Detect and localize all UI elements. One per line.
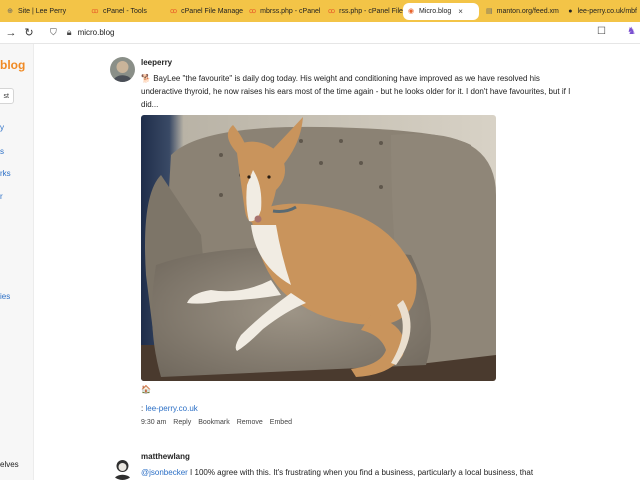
tab-microblog[interactable]: ◉ Micro.blog × xyxy=(403,2,479,20)
tab-cpanel-tools[interactable]: ꝏ cPanel - Tools xyxy=(87,3,163,20)
cpanel-icon: ꝏ xyxy=(249,7,257,15)
tab-title: cPanel File Manage xyxy=(181,7,244,15)
extension-icon[interactable]: ♞ xyxy=(627,26,636,37)
tab-title: rss.php - cPanel File xyxy=(339,7,403,15)
sidebar: blog st y s rks r ies elves xyxy=(0,44,34,480)
post-text: I 100% agree with this. It's frustrating… xyxy=(190,468,534,477)
remove-link[interactable]: Remove xyxy=(237,419,263,426)
cpanel-icon: ꝏ xyxy=(170,7,178,15)
avatar[interactable] xyxy=(110,455,135,480)
post-body: 🐕 BayLee "the favourite" is daily dog to… xyxy=(141,72,581,111)
cpanel-icon: ꝏ xyxy=(328,7,336,15)
post-username[interactable]: matthewlang xyxy=(141,452,190,461)
site-logo[interactable]: blog xyxy=(0,58,25,72)
house-emoji: 🏠 xyxy=(141,385,151,394)
bookmark-link[interactable]: Bookmark xyxy=(198,419,230,426)
tab-site[interactable]: ⊕ Site | Lee Perry xyxy=(2,3,84,20)
sidebar-item[interactable]: elves xyxy=(0,460,19,469)
shield-icon[interactable]: ⛉ xyxy=(50,27,57,38)
sidebar-item[interactable]: r xyxy=(0,192,3,201)
tab-manton-feed[interactable]: ▤ manton.org/feed.xm xyxy=(482,3,560,20)
document-icon: ▤ xyxy=(486,7,493,15)
tab-mbrss[interactable]: ꝏ mbrss.php - cPanel xyxy=(245,3,321,20)
avatar[interactable] xyxy=(110,57,135,82)
post-link-line: : lee-perry.co.uk xyxy=(141,404,198,413)
cpanel-icon: ꝏ xyxy=(91,7,99,15)
tab-title: manton.org/feed.xm xyxy=(496,7,559,15)
sidebar-item[interactable]: s xyxy=(0,147,4,156)
tab-rss[interactable]: ꝏ rss.php - cPanel File xyxy=(324,3,403,20)
post-actions: 9:30 am Reply Bookmark Remove Embed xyxy=(141,419,299,426)
reload-icon[interactable]: ↻ xyxy=(22,26,36,40)
github-icon: ● xyxy=(568,7,573,15)
lock-icon[interactable]: 🔒︎ xyxy=(67,27,72,38)
tab-title: lee-perry.co.uk/mbf xyxy=(577,7,637,15)
tab-lee-perry-mbf[interactable]: ● lee-perry.co.uk/mbf xyxy=(563,3,640,20)
post-time-link[interactable]: 9:30 am xyxy=(141,419,166,426)
post-source-link[interactable]: lee-perry.co.uk xyxy=(145,404,197,413)
forward-icon[interactable]: → xyxy=(4,26,18,40)
navigation-bar: → ↻ ⛉ 🔒︎ micro.blog ☐ ♞ xyxy=(0,22,640,44)
tab-title: Micro.blog xyxy=(419,7,452,15)
link-prefix: : xyxy=(141,404,144,413)
mention-link[interactable]: @jsonbecker xyxy=(141,468,188,477)
sidebar-item[interactable]: ies xyxy=(0,292,10,301)
address-bar[interactable]: micro.blog xyxy=(78,28,115,37)
reply-link[interactable]: Reply xyxy=(173,419,191,426)
tab-strip: ⊕ Site | Lee Perry ꝏ cPanel - Tools ꝏ cP… xyxy=(0,0,640,22)
tab-title: cPanel - Tools xyxy=(103,7,147,15)
post-photo[interactable] xyxy=(141,115,496,381)
microblog-icon: ◉ xyxy=(407,7,415,15)
embed-link[interactable]: Embed xyxy=(270,419,292,426)
sidebar-item[interactable]: y xyxy=(0,123,4,132)
close-tab-icon[interactable]: × xyxy=(458,7,463,16)
sidebar-item[interactable]: rks xyxy=(0,169,11,178)
dog-emoji: 🐕 xyxy=(141,74,151,83)
tab-cpanel-file-manager[interactable]: ꝏ cPanel File Manage xyxy=(166,3,244,20)
post-text: BayLee "the favourite" is daily dog toda… xyxy=(141,74,571,109)
post-body: @jsonbecker I 100% agree with this. It's… xyxy=(141,466,581,479)
post-button[interactable]: st xyxy=(0,88,14,104)
tab-title: Site | Lee Perry xyxy=(18,7,67,15)
bookmark-icon[interactable]: ☐ xyxy=(597,26,606,37)
tab-title: mbrss.php - cPanel xyxy=(260,7,321,15)
globe-icon: ⊕ xyxy=(7,7,13,15)
post-username[interactable]: leeperry xyxy=(141,58,172,67)
